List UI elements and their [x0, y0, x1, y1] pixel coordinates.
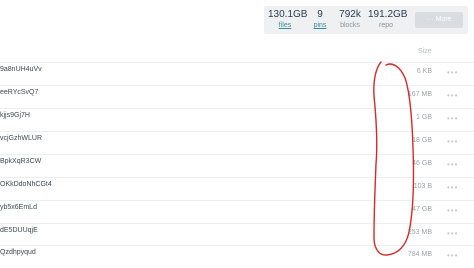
stat-pins-value: 9	[317, 9, 323, 20]
table-row[interactable]: eeRYcSvQ7 167 MB •••	[0, 85, 474, 108]
stat-blocks-label: blocks	[340, 22, 360, 29]
table-row[interactable]: BpkXqR3CW 46 GB •••	[0, 154, 474, 177]
file-size: 253 MB	[407, 229, 432, 236]
row-menu-icon[interactable]: •••	[447, 114, 458, 123]
stat-repo-value: 191.2GB	[368, 9, 408, 20]
row-menu-icon[interactable]: •••	[447, 251, 458, 260]
table-row[interactable]: kjjs9Gj7H 1 GB •••	[0, 108, 474, 131]
row-menu-icon[interactable]: •••	[447, 68, 458, 77]
file-cid[interactable]: Qzdhpyqud	[0, 249, 36, 256]
table-row[interactable]: dE5DUUqjE 253 MB •••	[0, 223, 474, 246]
more-button[interactable]: ··· More	[415, 12, 463, 28]
file-cid[interactable]: yb5x6EmLd	[0, 204, 37, 211]
stat-blocks-value: 792k	[339, 9, 361, 20]
file-size: 1 GB	[416, 114, 432, 121]
file-size: 47 GB	[412, 206, 432, 213]
file-size: 18 GB	[412, 137, 432, 144]
file-cid[interactable]: OKkDdoNhCGt4	[0, 181, 52, 188]
stat-repo-label: repo	[378, 22, 393, 29]
pins-page: 130.1GB files 9 pins 792k blocks 191.2GB…	[0, 0, 474, 268]
row-menu-icon[interactable]: •••	[447, 183, 458, 192]
row-menu-icon[interactable]: •••	[447, 206, 458, 215]
file-cid[interactable]: dE5DUUqjE	[0, 227, 38, 234]
file-cid[interactable]: vcjGzhWLUR	[0, 135, 42, 142]
stat-pins-link[interactable]: pins	[308, 21, 332, 30]
row-menu-icon[interactable]: •••	[447, 160, 458, 169]
file-size: 784 MB	[407, 251, 432, 258]
file-size: 46 GB	[412, 160, 432, 167]
size-column-header[interactable]: Size	[418, 48, 432, 55]
row-menu-icon[interactable]: •••	[447, 229, 458, 238]
table-row[interactable]: vcjGzhWLUR 18 GB •••	[0, 131, 474, 154]
file-cid[interactable]: BpkXqR3CW	[0, 158, 41, 165]
repo-stats-bar: 130.1GB files 9 pins 792k blocks 191.2GB…	[264, 6, 468, 34]
file-size: 6 KB	[416, 68, 432, 75]
file-cid[interactable]: kjjs9Gj7H	[0, 112, 30, 119]
table-row[interactable]: OKkDdoNhCGt4 103 B •••	[0, 177, 474, 200]
table-row[interactable]: yb5x6EmLd 47 GB •••	[0, 200, 474, 223]
file-size: 167 MB	[407, 91, 432, 98]
stat-files: 130.1GB files	[268, 9, 308, 30]
table-row[interactable]: 9a8nUH4uVv 6 KB •••	[0, 62, 474, 85]
stat-pins: 9 pins	[308, 9, 332, 30]
stat-files-link[interactable]: files	[268, 21, 302, 30]
file-cid[interactable]: eeRYcSvQ7	[0, 89, 38, 96]
file-cid[interactable]: 9a8nUH4uVv	[0, 66, 42, 73]
stat-blocks: 792k blocks	[336, 9, 364, 30]
stat-files-value: 130.1GB	[268, 9, 308, 20]
row-menu-icon[interactable]: •••	[447, 91, 458, 100]
stat-repo: 191.2GB repo	[368, 9, 408, 30]
file-size: 103 B	[413, 183, 432, 190]
row-menu-icon[interactable]: •••	[447, 137, 458, 146]
table-row[interactable]: Qzdhpyqud 784 MB •••	[0, 245, 474, 268]
